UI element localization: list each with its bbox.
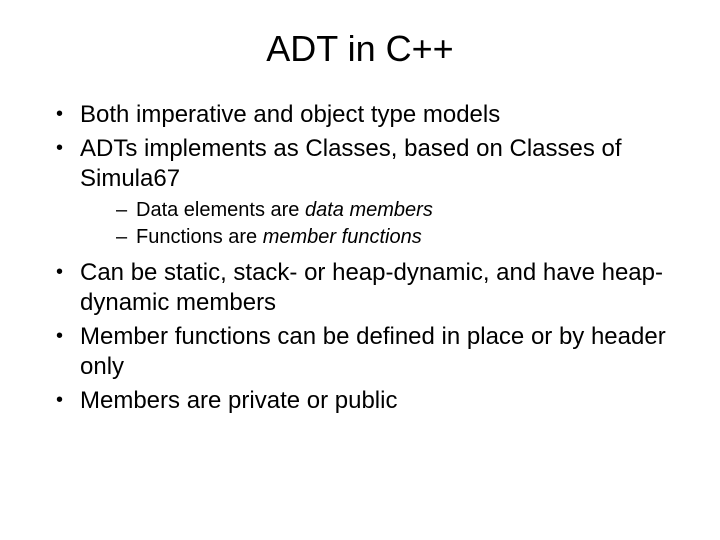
list-item: Both imperative and object type models bbox=[50, 100, 680, 130]
list-item: ADTs implements as Classes, based on Cla… bbox=[50, 134, 680, 250]
list-item-text: Members are private or public bbox=[80, 387, 397, 414]
list-item: Member functions can be defined in place… bbox=[50, 322, 680, 382]
slide: ADT in C++ Both imperative and object ty… bbox=[0, 0, 720, 540]
sub-item-em: member functions bbox=[263, 226, 422, 248]
list-item-text: ADTs implements as Classes, based on Cla… bbox=[80, 135, 622, 192]
list-item-text: Member functions can be defined in place… bbox=[80, 323, 666, 380]
sub-list-item: Functions are member functions bbox=[116, 225, 680, 250]
sub-list: Data elements are data members Functions… bbox=[80, 198, 680, 250]
list-item: Can be static, stack- or heap-dynamic, a… bbox=[50, 258, 680, 318]
bullet-list: Both imperative and object type models A… bbox=[40, 100, 680, 416]
slide-title: ADT in C++ bbox=[40, 28, 680, 70]
list-item-text: Both imperative and object type models bbox=[80, 101, 500, 128]
sub-item-pre: Functions are bbox=[136, 226, 263, 248]
list-item-text: Can be static, stack- or heap-dynamic, a… bbox=[80, 259, 663, 316]
sub-list-item: Data elements are data members bbox=[116, 198, 680, 223]
sub-item-em: data members bbox=[305, 199, 433, 221]
sub-item-pre: Data elements are bbox=[136, 199, 305, 221]
list-item: Members are private or public bbox=[50, 386, 680, 416]
